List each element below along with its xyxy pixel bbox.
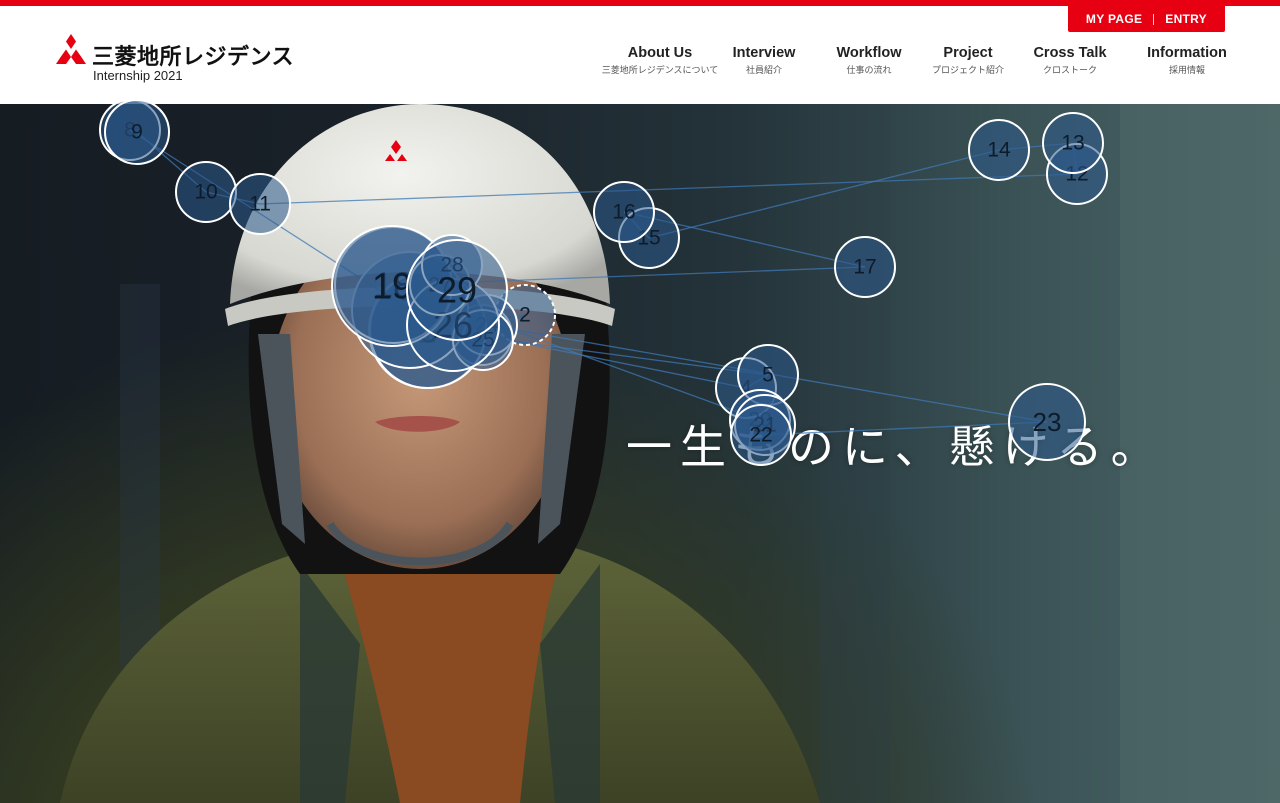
nav-information-sublabel: 採用情報 <box>1168 66 1205 76</box>
nav-interview-label: Interview <box>732 45 796 61</box>
nav-interview-sublabel: 社員紹介 <box>745 66 782 76</box>
hero-tagline: 一生ものに、懸ける。 <box>626 420 1165 474</box>
nav-workflow[interactable]: Workflow 仕事の流れ <box>829 44 909 77</box>
nav-project-label: Project <box>943 45 993 61</box>
nav-cross-talk-sublabel: クロストーク <box>1042 66 1097 76</box>
main-nav: About Us 三菱地所レジデンスについて Interview 社員紹介 Wo… <box>0 44 1280 86</box>
nav-cross-talk[interactable]: Cross Talk クロストーク <box>1030 44 1110 77</box>
hero-section: 一生ものに、懸ける。 <box>0 104 1280 803</box>
nav-about-us[interactable]: About Us 三菱地所レジデンスについて <box>600 44 720 77</box>
nav-project-sublabel: プロジェクト紹介 <box>931 66 1004 76</box>
nav-cross-talk-label: Cross Talk <box>1033 45 1107 61</box>
nav-information-label: Information <box>1147 45 1227 61</box>
nav-information[interactable]: Information 採用情報 <box>1143 44 1231 77</box>
nav-project[interactable]: Project プロジェクト紹介 <box>927 44 1009 77</box>
nav-about-us-label: About Us <box>627 45 693 61</box>
mypage-link[interactable]: MY PAGE <box>1086 12 1142 26</box>
utility-divider <box>1153 13 1155 25</box>
site-header: MY PAGE ENTRY 三菱地所レジデンス Internship 2021 … <box>0 6 1280 104</box>
nav-workflow-label: Workflow <box>836 45 902 61</box>
nav-about-us-sublabel: 三菱地所レジデンスについて <box>601 66 719 76</box>
nav-workflow-sublabel: 仕事の流れ <box>846 66 892 76</box>
nav-interview[interactable]: Interview 社員紹介 <box>724 44 804 77</box>
utility-links: MY PAGE ENTRY <box>1067 6 1225 32</box>
entry-link[interactable]: ENTRY <box>1165 12 1207 26</box>
